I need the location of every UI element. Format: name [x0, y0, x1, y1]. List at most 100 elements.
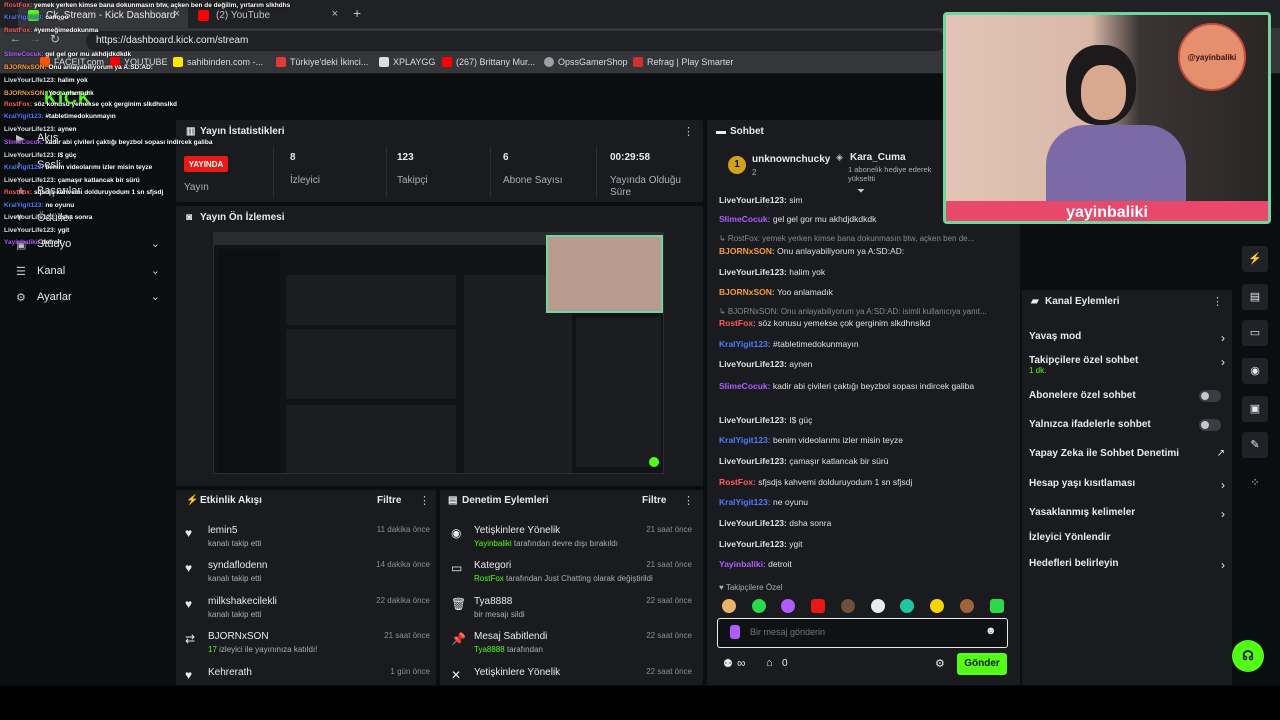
chat-username[interactable]: RostFox:	[719, 318, 756, 328]
heart-icon: ♥	[719, 583, 726, 592]
subscribers-only-toggle[interactable]	[1199, 390, 1221, 402]
chat-settings-icon[interactable]: ⚙	[935, 657, 945, 670]
action-banned-words[interactable]: Yasaklanmış kelimeler ›	[1029, 507, 1225, 521]
url-field[interactable]: https://dashboard.kick.com/stream	[86, 31, 946, 51]
stat-label: Takipçi	[397, 175, 428, 186]
chat-username[interactable]: RostFox:	[719, 477, 756, 487]
divider	[273, 146, 274, 198]
action-subscribers-only[interactable]: Abonelere özel sohbet	[1029, 390, 1225, 402]
chat-username[interactable]: LiveYourLife123:	[719, 359, 787, 369]
action-followers-only[interactable]: Takipçilere özel sohbet 1 dk. ›	[1029, 355, 1225, 375]
action-raid[interactable]: İzleyici Yönlendir	[1029, 532, 1225, 543]
close-tab-icon[interactable]: ×	[332, 8, 338, 20]
emote-icon[interactable]	[930, 599, 944, 613]
activity-username[interactable]: lemin5	[208, 525, 237, 536]
bookmark-xplaygg[interactable]: XPLAYGG	[379, 57, 435, 67]
sidebar-item-ayarlar[interactable]: ⚙ Ayarlar ⌄	[10, 287, 165, 309]
send-button[interactable]: Gönder	[957, 653, 1007, 675]
chat-username[interactable]: KralYigit123:	[719, 339, 771, 349]
close-tab-icon[interactable]: ×	[174, 8, 180, 20]
moderation-title-text: Denetim Eylemleri	[462, 495, 549, 506]
bookmark-youtube-video[interactable]: (267) Brittany Mur...	[442, 57, 535, 67]
emoji-icon[interactable]: ☻	[985, 625, 997, 637]
bookmark-sahibinden[interactable]: sahibinden.com -...	[173, 57, 263, 67]
activity-username[interactable]: BJORNxSON	[208, 631, 269, 642]
emote-icon[interactable]	[960, 599, 974, 613]
mod-username[interactable]: RostFox	[474, 574, 504, 583]
activity-menu-icon[interactable]: ⋮	[419, 494, 430, 507]
emote-icon[interactable]	[900, 599, 914, 613]
mod-username[interactable]: Tya8888	[474, 645, 505, 654]
mic-icon[interactable]	[730, 625, 740, 639]
action-goals[interactable]: Hedefleri belirleyin ›	[1029, 558, 1225, 572]
forward-icon[interactable]: →	[30, 33, 41, 45]
chat-username[interactable]: BJORNxSON:	[719, 246, 775, 256]
chat-username[interactable]: LiveYourLife123:	[719, 415, 787, 425]
chat-username[interactable]: LiveYourLife123:	[719, 267, 787, 277]
chat-username[interactable]: SlimeCocuk:	[719, 381, 771, 391]
chat-username[interactable]: KralYigit123:	[719, 435, 771, 445]
chat-username[interactable]: LiveYourLife123:	[719, 539, 787, 549]
chat-username[interactable]: BJORNxSON:	[719, 287, 775, 297]
chat-username[interactable]: KralYigit123:	[719, 497, 771, 507]
bookmark-label: (267) Brittany Mur...	[456, 57, 536, 67]
stream-preview-video[interactable]	[213, 232, 664, 474]
quick-tools-button[interactable]: ✎	[1242, 432, 1268, 458]
mod-username[interactable]: Yayinbaliki	[474, 539, 512, 548]
quick-bolt-button[interactable]: ⚡	[1242, 246, 1268, 272]
top-gifter-name[interactable]: unknownchucky	[752, 154, 830, 165]
chat-username[interactable]: SlimeCocuk:	[719, 214, 771, 224]
gifter-name[interactable]: Kara_Cuma	[850, 152, 906, 163]
overlay-username: Yayinbaliki:	[4, 239, 40, 246]
activity-username[interactable]: syndaflodenn	[208, 560, 268, 571]
emote-icon[interactable]	[811, 599, 825, 613]
quick-chat-button[interactable]: ▭	[1242, 320, 1268, 346]
quick-more-button[interactable]: ⁘	[1242, 470, 1268, 496]
back-icon[interactable]: ←	[10, 33, 21, 45]
chat-text: çamaşır katlancak bir sürü	[789, 456, 889, 466]
points-icon[interactable]: ⌂	[766, 657, 773, 669]
new-tab-button[interactable]: +	[353, 5, 361, 21]
moderation-filter-button[interactable]: Filtre	[642, 495, 666, 506]
sidebar-item-kanal[interactable]: ☰ Kanal ⌄	[10, 261, 165, 283]
emote-icon[interactable]	[781, 599, 795, 613]
emote-icon[interactable]	[871, 599, 885, 613]
bookmark-turkiye[interactable]: Türkiye'deki İkinci...	[276, 57, 368, 67]
emote-icon[interactable]	[722, 599, 736, 613]
action-slow-mode[interactable]: Yavaş mod ›	[1029, 331, 1225, 345]
action-emotes-only[interactable]: Yalnızca ifadelerle sohbet	[1029, 419, 1225, 431]
stats-menu-icon[interactable]: ⋮	[683, 125, 694, 138]
action-ai-moderation[interactable]: Yapay Zeka ile Sohbet Denetimi ↗	[1029, 448, 1225, 459]
chevron-right-icon: ›	[1221, 507, 1225, 521]
help-chat-button[interactable]: ☊	[1232, 640, 1264, 672]
emotes-only-toggle[interactable]	[1199, 419, 1221, 431]
channel-actions-menu-icon[interactable]: ⋮	[1212, 295, 1223, 308]
emote-icon[interactable]	[841, 599, 855, 613]
chat-username[interactable]: LiveYourLife123:	[719, 195, 787, 205]
activity-filter-button[interactable]: Filtre	[377, 495, 401, 506]
reload-icon[interactable]: ↻	[50, 32, 60, 46]
chat-username[interactable]: LiveYourLife123:	[719, 456, 787, 466]
overlay-chat-line: RostFox: söz konusu yemekse çok gerginim…	[4, 101, 177, 108]
trash-icon: 🗑	[451, 597, 467, 611]
activity-username[interactable]: Kehrerath	[208, 667, 252, 678]
users-icon[interactable]: ⚉	[723, 657, 733, 670]
action-account-age[interactable]: Hesap yaşı kısıtlaması ›	[1029, 478, 1225, 492]
bookmark-refrag[interactable]: Refrag | Play Smarter	[633, 57, 733, 67]
moderation-menu-icon[interactable]: ⋮	[683, 494, 694, 507]
infinity-icon[interactable]: ∞	[737, 656, 746, 670]
bookmark-opssgamershop[interactable]: OpssGamerShop	[544, 57, 628, 67]
emote-icon[interactable]	[752, 599, 766, 613]
activity-username[interactable]: milkshakecilekli	[208, 596, 277, 607]
overlay-text: söz konusu yemekse çok gerginim slkdhnsl…	[33, 101, 178, 108]
chat-username[interactable]: Yayinbaliki:	[719, 559, 766, 569]
quick-notes-button[interactable]: ▤	[1242, 284, 1268, 310]
chat-username[interactable]: LiveYourLife123:	[719, 518, 787, 528]
chat-input[interactable]	[750, 624, 970, 640]
quick-layout-button[interactable]: ▣	[1242, 396, 1268, 422]
webcam-overlay: @yayinbaliki yayinbaliki	[943, 12, 1271, 224]
quick-broadcast-button[interactable]: ◉	[1242, 358, 1268, 384]
bottom-bar	[0, 686, 1280, 720]
emote-icon[interactable]	[990, 599, 1004, 613]
stat-label: Yayında Olduğu Süre	[610, 175, 681, 198]
